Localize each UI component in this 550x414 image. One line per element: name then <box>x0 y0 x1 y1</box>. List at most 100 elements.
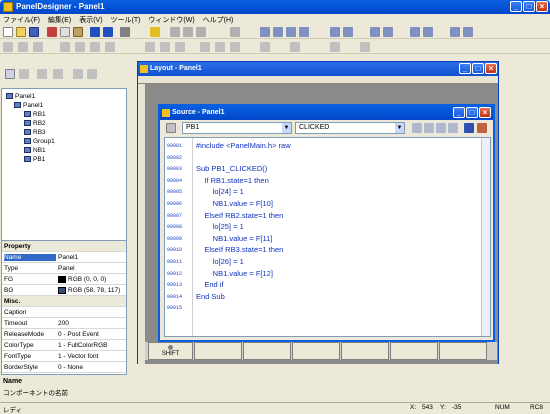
tree-node[interactable]: RB3 <box>24 129 46 136</box>
shift-button[interactable]: SHIFT <box>148 342 193 360</box>
panel-button[interactable] <box>194 342 242 360</box>
property-row[interactable]: BorderStyle 0 - None <box>2 362 126 373</box>
layout-close-button[interactable]: × <box>485 63 497 74</box>
move-up-icon[interactable] <box>73 69 83 79</box>
tool-icon[interactable] <box>183 27 193 37</box>
align-icon[interactable] <box>299 27 309 37</box>
component-view-icon[interactable] <box>19 69 29 79</box>
property-row[interactable]: FontType 1 - Vector font <box>2 351 126 362</box>
tree-node[interactable]: RB1 <box>24 111 46 118</box>
pointer-icon[interactable] <box>3 42 13 52</box>
align-icon[interactable] <box>423 27 433 37</box>
align-icon[interactable] <box>463 27 473 37</box>
line-number: 00005 <box>167 189 183 196</box>
save-icon[interactable] <box>29 27 39 37</box>
property-row[interactable]: ReleaseMode 0 - Post Event <box>2 329 126 340</box>
grid-icon[interactable] <box>260 42 270 52</box>
grid-icon[interactable] <box>215 42 225 52</box>
align-icon[interactable] <box>260 27 270 37</box>
tree-node[interactable]: Group1 <box>24 138 55 145</box>
align-icon[interactable] <box>383 27 393 37</box>
run-icon[interactable] <box>477 123 487 133</box>
minimize-button[interactable]: _ <box>510 1 522 12</box>
tree-tool-icon[interactable] <box>53 69 63 79</box>
line-number: 00008 <box>167 224 183 231</box>
vertical-scrollbar[interactable] <box>481 138 490 336</box>
tree-node[interactable]: PB1 <box>24 156 45 163</box>
checkbox-icon[interactable] <box>90 42 100 52</box>
align-icon[interactable] <box>370 27 380 37</box>
line-icon[interactable] <box>145 42 155 52</box>
layout-minimize-button[interactable]: _ <box>459 63 471 74</box>
source-maximize-button[interactable]: □ <box>466 107 478 118</box>
panel-icon[interactable] <box>166 123 176 133</box>
group-icon[interactable] <box>105 42 115 52</box>
panel-button[interactable] <box>292 342 340 360</box>
layout-title-bar[interactable]: Layout - Panel1 _ □ × <box>138 62 498 76</box>
edit-tool-icon[interactable] <box>424 123 434 133</box>
tree-node[interactable]: Panel1 <box>14 102 43 109</box>
grid-icon[interactable] <box>360 42 370 52</box>
x-value: 543 <box>422 404 433 411</box>
edit-tool-icon[interactable] <box>412 123 422 133</box>
close-button[interactable]: × <box>536 1 548 12</box>
panel-button[interactable] <box>390 342 438 360</box>
align-icon[interactable] <box>273 27 283 37</box>
tool-icon[interactable] <box>196 27 206 37</box>
edit-tool-icon[interactable] <box>448 123 458 133</box>
tree-node[interactable]: RB2 <box>24 120 46 127</box>
object-select[interactable]: PB1 ▼ <box>182 122 292 134</box>
grid-icon[interactable] <box>290 42 300 52</box>
radio-icon[interactable] <box>75 42 85 52</box>
property-row[interactable]: Type Panel <box>2 263 126 274</box>
panel-button[interactable] <box>341 342 389 360</box>
grid-icon[interactable] <box>330 42 340 52</box>
button-icon[interactable] <box>60 42 70 52</box>
tree-node[interactable]: NB1 <box>24 147 46 154</box>
open-icon[interactable] <box>16 27 26 37</box>
undo-icon[interactable] <box>90 27 100 37</box>
panel-button[interactable] <box>439 342 487 360</box>
cut-icon[interactable] <box>47 27 57 37</box>
label-icon[interactable] <box>18 42 28 52</box>
help-icon[interactable] <box>150 27 160 37</box>
rect-icon[interactable] <box>160 42 170 52</box>
maximize-button[interactable]: □ <box>523 1 535 12</box>
grid-icon[interactable] <box>230 42 240 52</box>
copy-icon[interactable] <box>60 27 70 37</box>
number-icon[interactable] <box>33 42 43 52</box>
panel-view-icon[interactable] <box>5 69 15 79</box>
property-row[interactable]: Timeout 200 <box>2 318 126 329</box>
property-row[interactable]: Name Panel1 <box>2 252 126 263</box>
compile-icon[interactable] <box>464 123 474 133</box>
event-select[interactable]: CLICKED ▼ <box>295 122 405 134</box>
layout-maximize-button[interactable]: □ <box>472 63 484 74</box>
align-icon[interactable] <box>330 27 340 37</box>
property-row[interactable]: Caption <box>2 307 126 318</box>
new-icon[interactable] <box>3 27 13 37</box>
source-title-bar[interactable]: Source - Panel1 _ □ × <box>160 106 493 120</box>
tree-node[interactable]: Panel1 <box>6 93 35 100</box>
code-editor[interactable]: 00001 00002 00003 00004 00005 00006 00007 00008… <box>164 137 491 337</box>
align-icon[interactable] <box>410 27 420 37</box>
align-icon[interactable] <box>286 27 296 37</box>
ellipse-icon[interactable] <box>175 42 185 52</box>
align-icon[interactable] <box>450 27 460 37</box>
tree-tool-icon[interactable] <box>37 69 47 79</box>
align-icon[interactable] <box>343 27 353 37</box>
source-minimize-button[interactable]: _ <box>453 107 465 118</box>
redo-icon[interactable] <box>103 27 113 37</box>
paste-icon[interactable] <box>73 27 83 37</box>
property-row[interactable]: FG RGB (0, 0, 0) <box>2 274 126 285</box>
edit-tool-icon[interactable] <box>436 123 446 133</box>
property-row[interactable]: ColorType 1 - FullColorRGB <box>2 340 126 351</box>
tool-icon[interactable] <box>230 27 240 37</box>
property-row[interactable]: BG RGB (58, 78, 117) <box>2 285 126 296</box>
panel-button[interactable] <box>243 342 291 360</box>
tool-icon[interactable] <box>170 27 180 37</box>
move-down-icon[interactable] <box>87 69 97 79</box>
component-icon <box>24 156 31 163</box>
source-close-button[interactable]: × <box>479 107 491 118</box>
print-icon[interactable] <box>120 27 130 37</box>
grid-icon[interactable] <box>200 42 210 52</box>
